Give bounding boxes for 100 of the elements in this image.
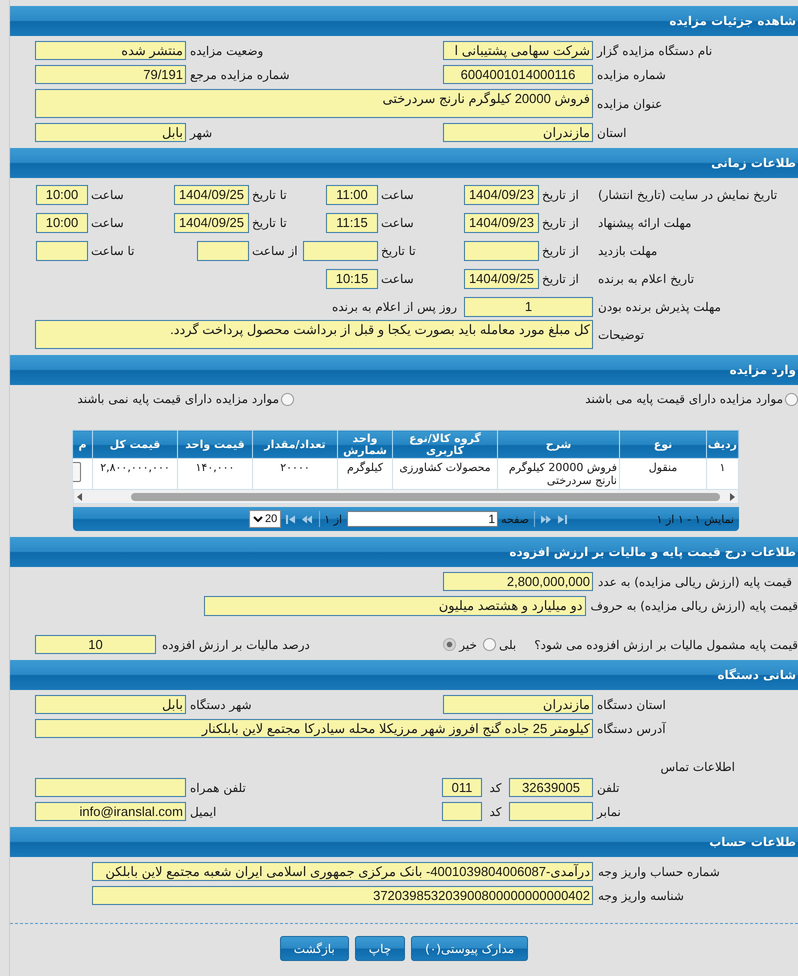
radio-button[interactable] <box>281 392 294 406</box>
date-field[interactable]: 1404/09/25 <box>174 185 249 205</box>
text-field[interactable]: info@iranslal.com <box>35 802 186 821</box>
text-field[interactable]: 32639005 <box>509 778 593 797</box>
field-label: توضیحات <box>598 328 644 342</box>
radio-button[interactable] <box>785 392 798 406</box>
text-field[interactable]: درآمدی-4001039804006087- بانک مرکزی جمهوری اسلامی ایران شعبه مجتمع لاین بابلکن <box>92 862 593 881</box>
next-page-icon[interactable] <box>302 514 312 524</box>
text-field[interactable]: منتشر شده <box>35 41 186 60</box>
field-label: شهر دستگاه <box>190 698 252 712</box>
date-field[interactable]: 1404/09/23 <box>464 213 539 233</box>
field-label: نام دستگاه مزایده گزار <box>597 44 712 58</box>
field-label: ساعت <box>91 216 124 230</box>
field-label: ایمیل <box>190 804 216 818</box>
scroll-right-arrow-icon[interactable] <box>730 492 735 500</box>
horizontal-scrollbar[interactable] <box>73 490 739 504</box>
form-button[interactable]: بازگشت <box>280 936 349 961</box>
text-field[interactable]: 6004001014000116 <box>443 65 593 84</box>
text-field[interactable]: 10 <box>35 635 156 654</box>
pager-summary: نمایش ۱ - ۱ از ۱ <box>656 512 734 526</box>
field-label: درصد مالیات بر ارزش افزوده <box>162 638 310 652</box>
text-area[interactable]: فروش 20000 کیلوگرم نارنج سردرختی <box>35 89 593 118</box>
text-field[interactable]: 372039853203900800000000000402 <box>92 886 593 905</box>
text-field[interactable] <box>509 802 593 821</box>
field-label: کد <box>489 780 502 794</box>
text-field[interactable]: 79/191 <box>35 65 186 84</box>
radio-button[interactable] <box>482 638 496 651</box>
column-header[interactable]: م <box>72 430 92 458</box>
scrollbar-thumb[interactable] <box>131 492 720 500</box>
field-label: ساعت <box>381 272 414 286</box>
text-field[interactable] <box>442 802 482 821</box>
text-field[interactable]: کیلومتر 25 جاده گنج افروز شهر مرزیکلا محله سیادرکا مجتمع لاین بابلکنار <box>35 719 593 738</box>
scroll-left-arrow-icon[interactable] <box>77 492 82 500</box>
field-label: از تاریخ <box>542 244 579 258</box>
table-cell: ۱ <box>706 458 738 490</box>
field-label: تا ساعت <box>91 244 134 258</box>
column-header[interactable]: ردیف <box>706 430 738 458</box>
radio-button[interactable] <box>443 638 456 651</box>
text-field[interactable] <box>35 778 186 797</box>
form-button[interactable]: چاپ <box>354 936 406 961</box>
time-field[interactable] <box>36 241 88 261</box>
column-header[interactable]: نوع <box>620 430 706 458</box>
time-field[interactable]: 11:00 <box>326 185 378 205</box>
date-field[interactable] <box>464 241 539 261</box>
text-field[interactable]: شرکت سهامی پشتیبانی ا <box>443 41 593 60</box>
column-header[interactable]: قیمت واحد <box>178 430 252 458</box>
column-header[interactable]: گروه کالا/نوع کاربری <box>392 430 498 458</box>
field-label: وضعیت مزایده <box>190 44 264 58</box>
field-label: تاریخ نمایش در سایت (تاریخ انتشار) <box>598 188 778 202</box>
time-field[interactable] <box>197 241 249 261</box>
time-field[interactable]: 10:00 <box>36 213 88 233</box>
page-number-field[interactable]: 1 <box>347 511 498 527</box>
radio-label: خیر <box>459 638 477 652</box>
field-label: آدرس دستگاه <box>597 722 666 736</box>
field-label: تا تاریخ <box>252 188 287 202</box>
field-label: مهلت بازدید <box>598 244 658 258</box>
text-field[interactable]: بابل <box>35 695 186 714</box>
previous-page-icon[interactable] <box>541 514 551 524</box>
field-label: شماره مزایده <box>597 68 666 82</box>
text-field[interactable]: 2,800,000,000 <box>443 572 593 591</box>
field-label: شماره حساب واریز وجه <box>598 864 720 878</box>
field-label: نمابر <box>597 804 621 818</box>
field-label: عنوان مزایده <box>597 96 662 110</box>
date-field[interactable]: 1404/09/25 <box>464 269 539 289</box>
date-field[interactable]: 1404/09/25 <box>174 213 249 233</box>
text-field[interactable]: مازندران <box>443 695 593 714</box>
field-label: شناسه واریز وجه <box>598 888 684 902</box>
text-field[interactable]: 011 <box>442 778 482 797</box>
radio-label: موارد مزایده دارای قیمت پایه می باشند <box>585 392 783 406</box>
field-label: تلفن همراه <box>190 780 246 794</box>
radio-label: موارد مزایده دارای قیمت پایه نمی باشند <box>77 392 279 406</box>
column-header[interactable]: واحد شمارش <box>338 430 392 458</box>
last-page-icon[interactable] <box>286 514 296 524</box>
text-area[interactable]: کل مبلغ مورد معامله باید بصورت یکجا و قبل از برداشت محصول پرداخت گردد. <box>35 320 593 349</box>
column-header[interactable]: قیمت کل <box>92 430 178 458</box>
time-field[interactable]: 10:00 <box>36 185 88 205</box>
column-header[interactable]: تعداد/مقدار <box>252 430 338 458</box>
text-field[interactable]: بابل <box>35 123 186 142</box>
field-label: استان <box>597 126 626 140</box>
page-label: صفحه <box>501 512 529 526</box>
radio-label: بلی <box>498 638 516 652</box>
form-button[interactable]: مدارک پیوستی(۰) <box>411 936 528 961</box>
text-field[interactable]: مازندران <box>443 123 593 142</box>
column-header[interactable]: شرح <box>498 430 620 458</box>
date-field[interactable]: 1404/09/23 <box>464 185 539 205</box>
time-field[interactable]: 11:15 <box>326 213 378 233</box>
section-header: طلاعات حساب <box>10 827 798 857</box>
time-field[interactable]: 10:15 <box>326 269 378 289</box>
field-label: قیمت پایه مشمول مالیات بر ارزش افزوده می شود؟ <box>534 638 798 652</box>
text-field[interactable]: دو میلیارد و هشتصد میلیون <box>204 596 586 616</box>
field-label: استان دستگاه <box>597 698 666 712</box>
field-label: تلفن <box>597 780 620 794</box>
subsection-title: اطلاعات تماس <box>660 760 735 774</box>
date-field[interactable] <box>303 241 378 261</box>
section-header: شانی دستگاه <box>10 660 798 690</box>
section-header: طلاعات زمانی <box>10 148 798 178</box>
page-size-select[interactable]: 20 <box>249 510 282 528</box>
row-action-button[interactable] <box>73 462 81 482</box>
first-page-icon[interactable] <box>558 514 567 524</box>
text-field[interactable]: 1 <box>464 297 593 317</box>
